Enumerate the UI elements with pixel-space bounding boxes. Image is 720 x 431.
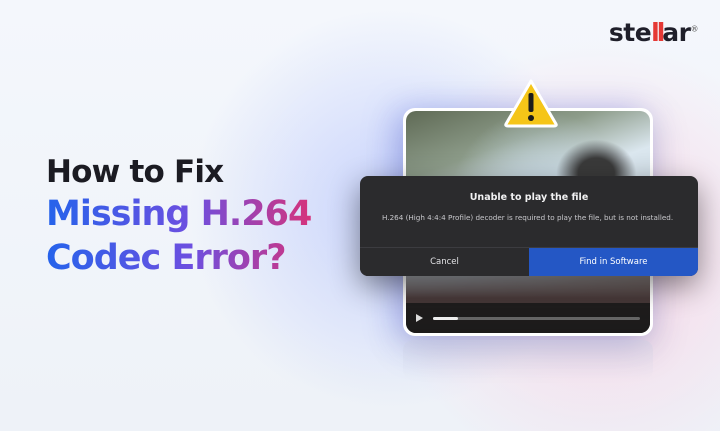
logo-bars: ll — [651, 18, 665, 47]
seek-bar-progress — [433, 316, 458, 320]
find-in-software-button[interactable]: Find in Software — [529, 248, 698, 276]
warning-triangle-icon — [504, 79, 558, 128]
headline-line-2: Missing H.264 — [46, 194, 312, 234]
dialog-title: Unable to play the file — [469, 192, 589, 203]
play-icon[interactable] — [416, 314, 423, 322]
cancel-button[interactable]: Cancel — [360, 248, 529, 276]
stellar-logo: stellar® — [608, 18, 699, 47]
logo-registered-mark: ® — [690, 24, 699, 34]
error-dialog: Unable to play the file H.264 (High 4:4:… — [360, 176, 698, 276]
player-reflection — [403, 340, 653, 380]
dialog-message: H.264 (High 4:4:4 Profile) decoder is re… — [382, 213, 674, 222]
logo-suffix: ar — [662, 18, 691, 47]
logo-prefix: ste — [608, 18, 652, 47]
headline-line-1: How to Fix — [46, 154, 224, 190]
headline-line-3: Codec Error? — [46, 236, 311, 280]
seek-bar[interactable] — [433, 316, 640, 320]
headline: How to Fix Missing H.264 Codec Error? — [46, 152, 312, 280]
dialog-button-row: Cancel Find in Software — [360, 247, 698, 276]
player-controls — [406, 303, 650, 333]
